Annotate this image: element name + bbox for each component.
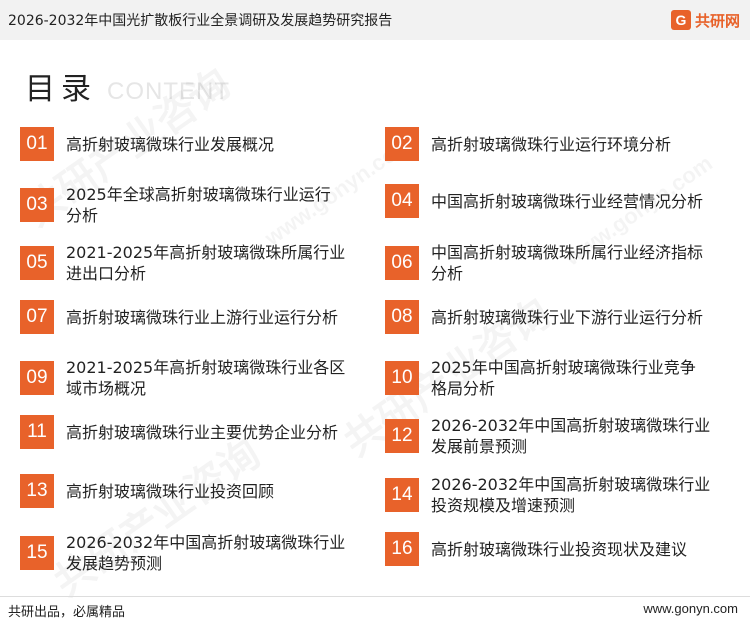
toc-item-number: 05 [20,246,54,280]
toc-item[interactable]: 05 2021-2025年高折射玻璃微珠所属行业进出口分析 [20,242,346,284]
heading-title: 目录 [25,72,97,107]
toc-item-title: 高折射玻璃微珠行业主要优势企业分析 [66,422,339,442]
toc-item-title: 2026-2032年中国高折射玻璃微珠行业投资规模及增速预测 [431,475,711,515]
toc-item[interactable]: 07 高折射玻璃微珠行业上游行业运行分析 [20,300,346,334]
toc-item-number: 03 [20,188,54,222]
toc-item-title: 高折射玻璃微珠行业运行环境分析 [431,134,672,154]
toc-item-number: 14 [385,478,419,512]
toc-item-title: 2026-2032年中国高折射玻璃微珠行业发展前景预测 [431,416,711,456]
toc-item[interactable]: 06 中国高折射玻璃微珠所属行业经济指标分析 [385,242,711,284]
toc-item-title: 高折射玻璃微珠行业投资回顾 [66,481,275,501]
toc-item[interactable]: 03 2025年全球高折射玻璃微珠行业运行分析 [20,184,346,226]
toc-item-title: 2026-2032年中国高折射玻璃微珠行业发展趋势预测 [66,533,346,573]
footer-url: www.gonyn.com [643,601,738,616]
toc-item-title: 中国高折射玻璃微珠行业经营情况分析 [431,191,704,211]
toc-item[interactable]: 04 中国高折射玻璃微珠行业经营情况分析 [385,184,711,218]
toc-item-title: 高折射玻璃微珠行业上游行业运行分析 [66,307,339,327]
section-heading: 目录 CONTENT [25,64,230,108]
heading-subtitle: CONTENT [107,78,230,105]
toc-item-title: 2021-2025年高折射玻璃微珠所属行业进出口分析 [66,243,346,283]
watermark: 共研产业咨询 [40,422,270,607]
toc-item-number: 16 [385,532,419,566]
toc-item-number: 01 [20,127,54,161]
brand-name: 共研网 [694,11,740,30]
toc-item-title: 高折射玻璃微珠行业发展概况 [66,134,275,154]
toc-item-title: 2025年全球高折射玻璃微珠行业运行分析 [66,185,331,225]
toc-item[interactable]: 02 高折射玻璃微珠行业运行环境分析 [385,127,711,161]
toc-item-number: 10 [385,361,419,395]
toc-item[interactable]: 09 2021-2025年高折射玻璃微珠行业各区域市场概况 [20,357,346,399]
toc-item-number: 04 [385,184,419,218]
toc-item[interactable]: 10 2025年中国高折射玻璃微珠行业竞争格局分析 [385,357,711,399]
footer-slogan: 共研出品，必属精品 [8,605,126,620]
toc-item[interactable]: 12 2026-2032年中国高折射玻璃微珠行业发展前景预测 [385,415,711,457]
toc-item-number: 09 [20,361,54,395]
toc-item-number: 06 [385,246,419,280]
toc-item[interactable]: 14 2026-2032年中国高折射玻璃微珠行业投资规模及增速预测 [385,474,711,516]
toc-item-number: 02 [385,127,419,161]
header-bar: 2026-2032年中国光扩散板行业全景调研及发展趋势研究报告 G 共研网 [0,0,750,40]
toc-item-title: 中国高折射玻璃微珠所属行业经济指标分析 [431,243,704,283]
toc-item[interactable]: 15 2026-2032年中国高折射玻璃微珠行业发展趋势预测 [20,532,346,574]
toc-item-number: 13 [20,474,54,508]
toc-item-title: 高折射玻璃微珠行业下游行业运行分析 [431,307,704,327]
toc-item-number: 11 [20,415,54,449]
toc-item-title: 2025年中国高折射玻璃微珠行业竞争格局分析 [431,358,696,398]
toc-item-title: 2021-2025年高折射玻璃微珠行业各区域市场概况 [66,358,346,398]
footer-divider [0,596,750,597]
toc-item-number: 07 [20,300,54,334]
toc-item-title: 高折射玻璃微珠行业投资现状及建议 [431,539,688,559]
document-title: 2026-2032年中国光扩散板行业全景调研及发展趋势研究报告 [8,13,393,29]
toc-item[interactable]: 16 高折射玻璃微珠行业投资现状及建议 [385,532,711,566]
toc-item-number: 12 [385,419,419,453]
brand-logo: G 共研网 [670,7,740,33]
toc-item[interactable]: 08 高折射玻璃微珠行业下游行业运行分析 [385,300,711,334]
toc-item[interactable]: 13 高折射玻璃微珠行业投资回顾 [20,474,346,508]
toc-item[interactable]: 01 高折射玻璃微珠行业发展概况 [20,127,346,161]
brand-logo-icon: G [670,10,691,30]
toc-item[interactable]: 11 高折射玻璃微珠行业主要优势企业分析 [20,415,346,449]
toc-item-number: 08 [385,300,419,334]
toc-item-number: 15 [20,536,54,570]
